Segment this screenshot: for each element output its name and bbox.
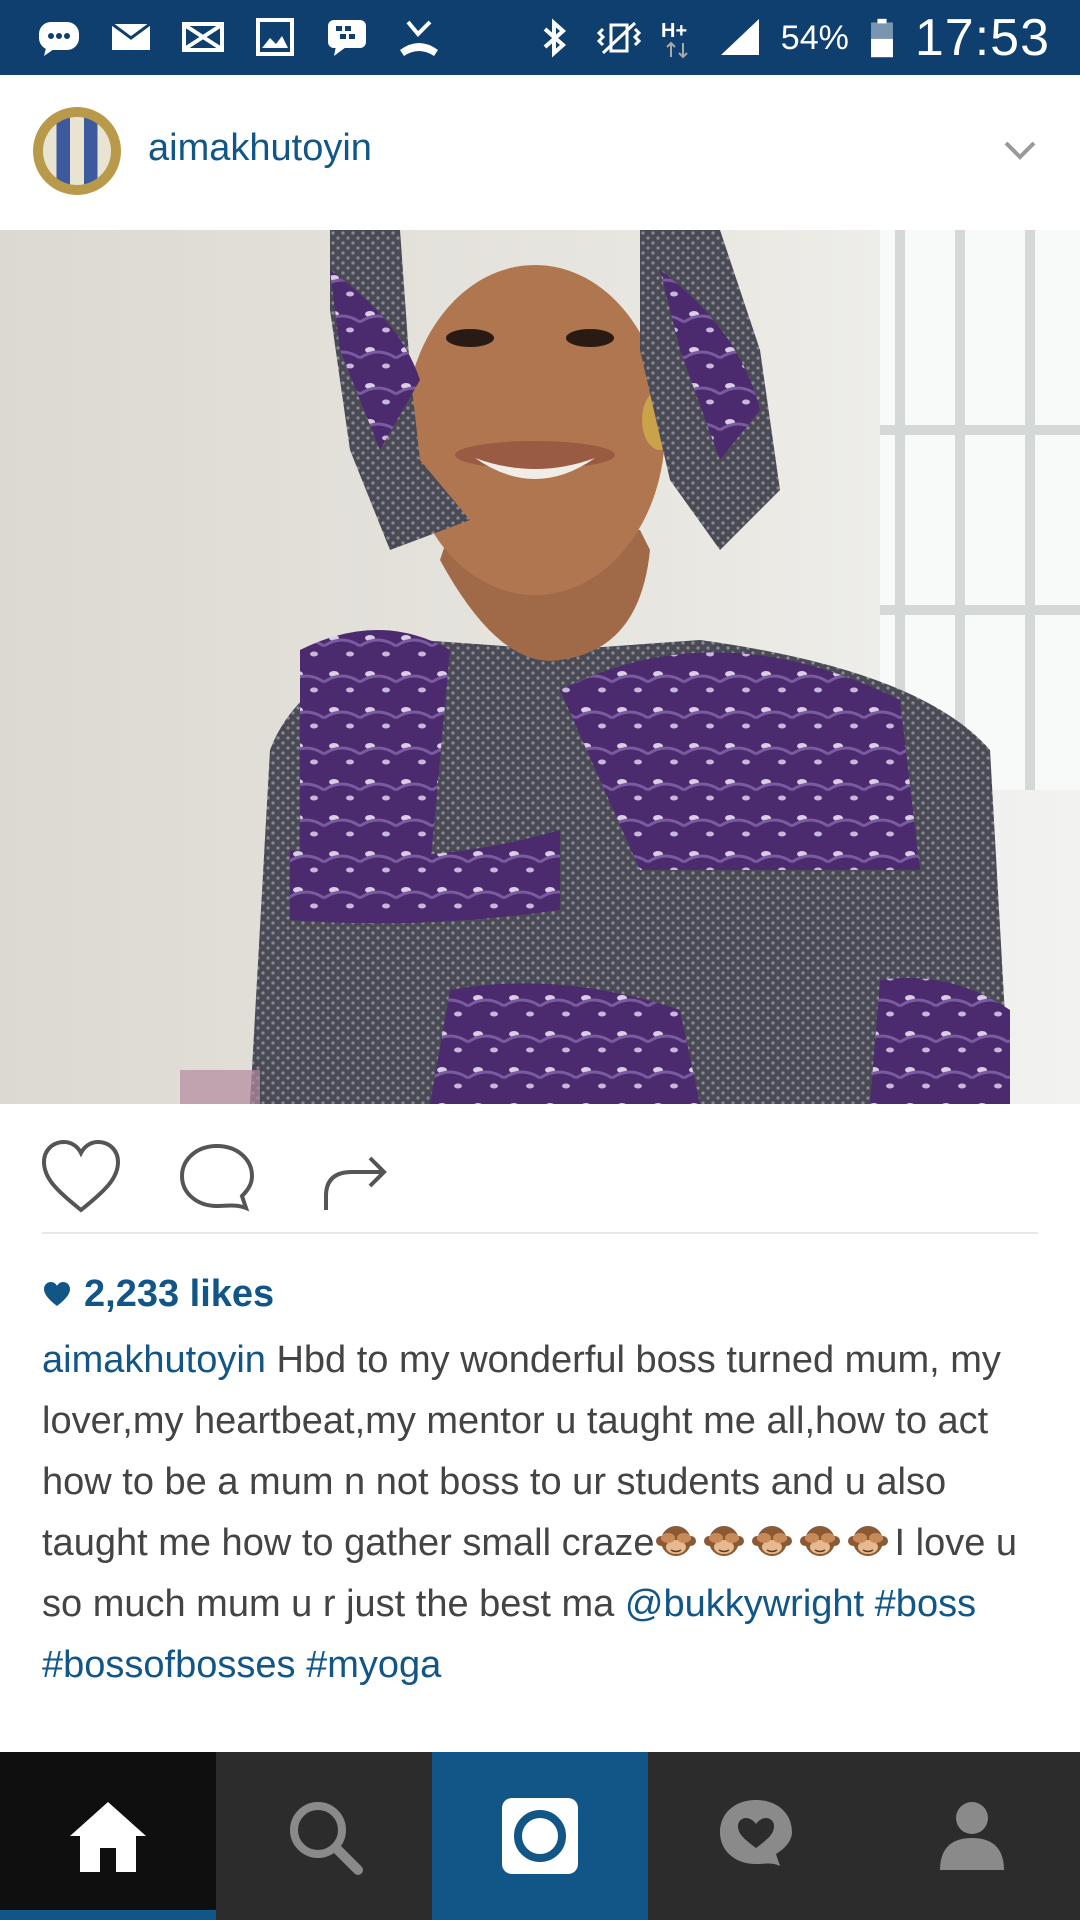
vibrate-icon (595, 17, 641, 59)
emoji-group (655, 1522, 895, 1564)
see-no-evil-monkey-icon (703, 1526, 744, 1556)
bottom-nav (0, 1752, 1080, 1920)
activity-heart-bubble-icon (720, 1800, 792, 1866)
comment-icon (179, 1143, 255, 1212)
share-button[interactable] (312, 1138, 398, 1218)
comment-button[interactable] (174, 1138, 260, 1218)
status-time: 17:53 (914, 9, 1050, 67)
nav-activity[interactable] (648, 1752, 864, 1920)
status-bar: H+ 54% 17:53 (0, 0, 1080, 75)
battery-icon (867, 17, 897, 59)
like-button[interactable] (38, 1138, 124, 1218)
see-no-evil-monkey-icon (799, 1526, 840, 1556)
home-icon (70, 1802, 146, 1872)
hashtag[interactable]: #boss (875, 1583, 976, 1625)
post-photo[interactable] (0, 230, 1080, 1104)
nav-search[interactable] (216, 1752, 432, 1920)
see-no-evil-monkey-icon (751, 1526, 792, 1556)
missed-call-icon (396, 16, 442, 58)
see-no-evil-monkey-icon (655, 1526, 696, 1556)
nav-profile[interactable] (864, 1752, 1080, 1920)
bbm-icon (324, 16, 370, 58)
active-tab-indicator (0, 1910, 216, 1920)
avatar-image (43, 117, 111, 185)
battery-percent: 54% (780, 18, 849, 57)
post-username[interactable]: aimakhutoyin (148, 127, 372, 170)
chevron-down-icon[interactable] (1000, 131, 1040, 171)
post-caption: aimakhutoyin Hbd to my wonderful boss tu… (42, 1330, 1042, 1696)
post-header: aimakhutoyin (0, 75, 1080, 230)
profile-icon (940, 1802, 1004, 1870)
avatar[interactable] (33, 107, 121, 195)
caption-mention[interactable]: @bukkywright (625, 1583, 864, 1625)
search-icon (290, 1802, 363, 1875)
likes-row[interactable]: 2,233 likes (42, 1268, 274, 1320)
gallery-icon (252, 16, 298, 58)
hashtag[interactable]: #myoga (306, 1644, 441, 1686)
network-type-icon: H+ (659, 17, 699, 59)
heart-filled-icon (44, 1282, 70, 1306)
nav-home[interactable] (0, 1752, 216, 1920)
chat-bubble-icon (36, 16, 82, 58)
caption-author[interactable]: aimakhutoyin (42, 1339, 266, 1381)
share-arrow-icon (324, 1156, 387, 1210)
post-action-row (0, 1104, 1080, 1234)
divider (42, 1232, 1038, 1234)
heart-outline-icon (41, 1139, 121, 1213)
camera-icon (502, 1798, 578, 1874)
see-no-evil-monkey-icon (847, 1526, 888, 1556)
svg-text:H+: H+ (661, 20, 687, 42)
mail-icon (108, 16, 154, 58)
mail-crossed-icon (180, 16, 226, 58)
bluetooth-icon (531, 17, 577, 59)
nav-camera[interactable] (432, 1752, 648, 1920)
signal-icon (717, 17, 763, 59)
hashtag[interactable]: #bossofbosses (42, 1644, 296, 1686)
likes-count[interactable]: 2,233 likes (84, 1273, 274, 1316)
